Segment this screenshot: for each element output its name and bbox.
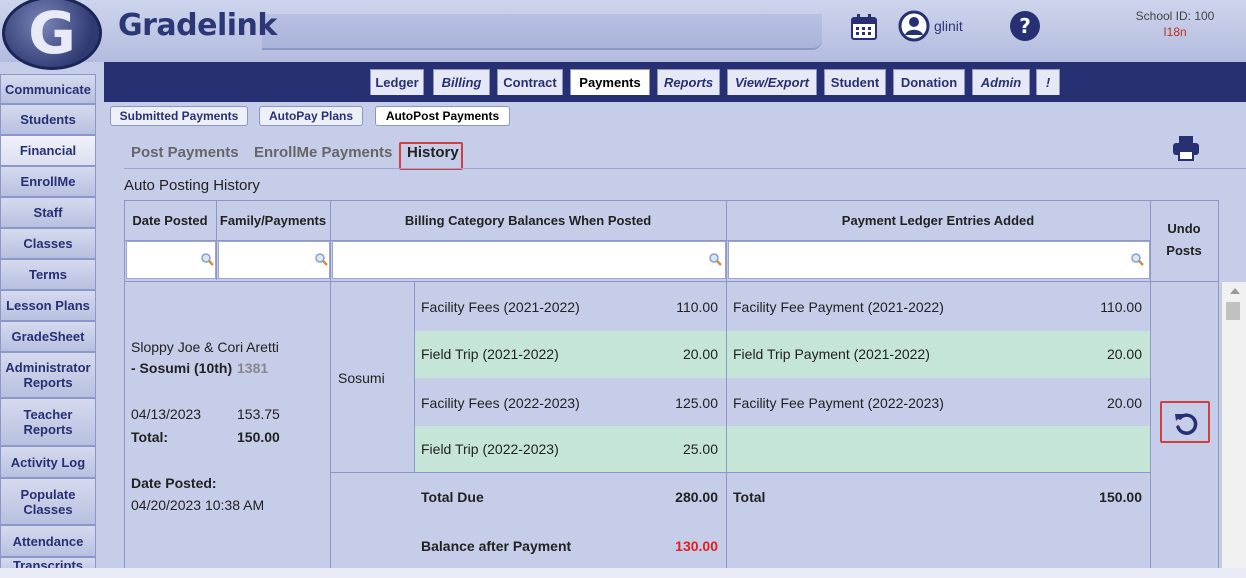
sidebar-item-activity-log[interactable]: Activity Log — [0, 446, 96, 478]
header-billing-balances[interactable]: Billing Category Balances When Posted — [330, 200, 726, 240]
balance-value: 130.00 — [675, 538, 718, 554]
search-icon[interactable] — [1130, 252, 1144, 266]
sidebar-item-lesson-plans[interactable]: Lesson Plans — [0, 290, 96, 321]
help-icon[interactable]: ? — [1008, 9, 1042, 43]
subtab-autopay-plans[interactable]: AutoPay Plans — [259, 106, 363, 126]
tab-payments[interactable]: Payments — [570, 69, 650, 95]
user-avatar-icon[interactable] — [898, 10, 930, 42]
gradelink-logo[interactable]: G — [2, 0, 102, 70]
bottom-edge — [0, 568, 1246, 578]
subtab-autopost-payments[interactable]: AutoPost Payments — [375, 106, 510, 126]
ledger-row-bg — [727, 426, 1150, 472]
sidebar-item-financial[interactable]: Financial — [0, 135, 96, 166]
sidebar-item-classes[interactable]: Classes — [0, 228, 96, 259]
school-code: I18n — [1163, 25, 1187, 39]
filter-billing-balances[interactable] — [332, 241, 726, 279]
tab-admin[interactable]: Admin — [972, 69, 1030, 95]
payment-amount: 153.75 — [237, 406, 280, 422]
ledger-total-label: Total — [733, 489, 766, 505]
billing-category: Facility Fees (2021-2022) — [421, 299, 580, 315]
sidebar-item-enrollme[interactable]: EnrollMe — [0, 166, 96, 197]
sidebar-item-communicate[interactable]: Communicate — [0, 74, 96, 104]
logo-letter: G — [28, 0, 76, 67]
print-icon[interactable] — [1172, 135, 1200, 161]
student-id: 1381 — [237, 360, 269, 376]
sidebar-item-attendance[interactable]: Attendance — [0, 525, 96, 557]
sidebar-item-gradesheet[interactable]: GradeSheet — [0, 321, 96, 352]
subtab-submitted-payments[interactable]: Submitted Payments — [110, 106, 248, 126]
header-date-posted[interactable]: Date Posted — [124, 200, 216, 240]
ledger-amount: 110.00 — [1100, 299, 1142, 315]
billing-amount: 25.00 — [682, 441, 718, 457]
total-value: 150.00 — [237, 429, 280, 445]
tab-contract[interactable]: Contract — [497, 69, 563, 95]
scroll-up-arrow-icon[interactable] — [1230, 288, 1240, 294]
date-posted-value: 04/20/2023 10:38 AM — [131, 497, 265, 513]
ledger-amount: 20.00 — [1106, 346, 1142, 362]
sidebar-item-teacher-reports[interactable]: Teacher Reports — [0, 398, 96, 446]
school-id-block: School ID: 100 I18n — [1110, 8, 1240, 40]
total-due-value: 280.00 — [675, 489, 718, 505]
ledger-total-value: 150.00 — [1099, 489, 1142, 505]
search-icon[interactable] — [200, 252, 214, 266]
tab-billing[interactable]: Billing — [433, 69, 490, 95]
balance-label: Balance after Payment — [421, 538, 572, 554]
student-grade: - Sosumi (10th) — [131, 360, 233, 376]
tab-view-export[interactable]: View/Export — [727, 69, 817, 95]
header-family-payments[interactable]: Family/Payments — [216, 200, 330, 240]
tab-post-payments[interactable]: Post Payments — [131, 144, 239, 161]
sidebar-item-terms[interactable]: Terms — [0, 259, 96, 290]
tab-alert[interactable]: ! — [1036, 69, 1060, 95]
svg-text:?: ? — [1019, 14, 1031, 38]
vertical-scrollbar[interactable] — [1221, 282, 1246, 578]
sidebar-item-administrator-reports[interactable]: Administrator Reports — [0, 352, 96, 398]
section-title: Auto Posting History — [124, 177, 260, 194]
tab-reports[interactable]: Reports — [657, 69, 720, 95]
billing-amount: 125.00 — [675, 395, 718, 411]
filter-ledger-entries[interactable] — [728, 241, 1150, 279]
header-undo-posts: Undo Posts — [1166, 221, 1202, 258]
sidebar-item-students[interactable]: Students — [0, 104, 96, 135]
family-name: Sloppy Joe & Cori Aretti — [131, 339, 279, 355]
total-due-label: Total Due — [421, 489, 484, 505]
ledger-entry: Facility Fee Payment (2022-2023) — [733, 395, 944, 411]
payment-date: 04/13/2023 — [131, 406, 202, 422]
undo-post-button[interactable] — [1160, 401, 1210, 443]
tab-donation[interactable]: Donation — [893, 69, 965, 95]
calendar-icon[interactable] — [849, 12, 879, 42]
billing-category: Field Trip (2021-2022) — [421, 346, 559, 362]
school-id-label: School ID: 100 — [1135, 9, 1215, 23]
search-icon[interactable] — [708, 252, 722, 266]
billing-amount: 110.00 — [676, 299, 718, 315]
divider — [124, 168, 1246, 169]
sidebar-item-staff[interactable]: Staff — [0, 197, 96, 228]
history-highlight — [399, 142, 463, 170]
billing-category: Facility Fees (2022-2023) — [421, 395, 580, 411]
tab-enrollme-payments[interactable]: EnrollMe Payments — [254, 144, 392, 161]
date-posted-label: Date Posted: — [131, 475, 217, 491]
header-ledger-entries[interactable]: Payment Ledger Entries Added — [726, 200, 1150, 240]
brand-name: Gradelink — [118, 8, 277, 43]
tab-student[interactable]: Student — [824, 69, 886, 95]
user-name[interactable]: glinit — [934, 18, 963, 34]
scroll-thumb[interactable] — [1226, 302, 1240, 320]
billing-amount: 20.00 — [682, 346, 718, 362]
undo-icon — [1175, 413, 1198, 435]
ledger-entry: Field Trip Payment (2021-2022) — [733, 346, 930, 362]
header-band — [262, 14, 822, 50]
search-icon[interactable] — [314, 252, 328, 266]
tab-ledger[interactable]: Ledger — [370, 69, 424, 95]
student-short-name: Sosumi — [338, 370, 385, 386]
sidebar-item-populate-classes[interactable]: Populate Classes — [0, 478, 96, 525]
ledger-amount: 20.00 — [1106, 395, 1142, 411]
ledger-entry: Facility Fee Payment (2021-2022) — [733, 299, 944, 315]
total-label: Total: — [131, 429, 169, 445]
billing-category: Field Trip (2022-2023) — [421, 441, 559, 457]
